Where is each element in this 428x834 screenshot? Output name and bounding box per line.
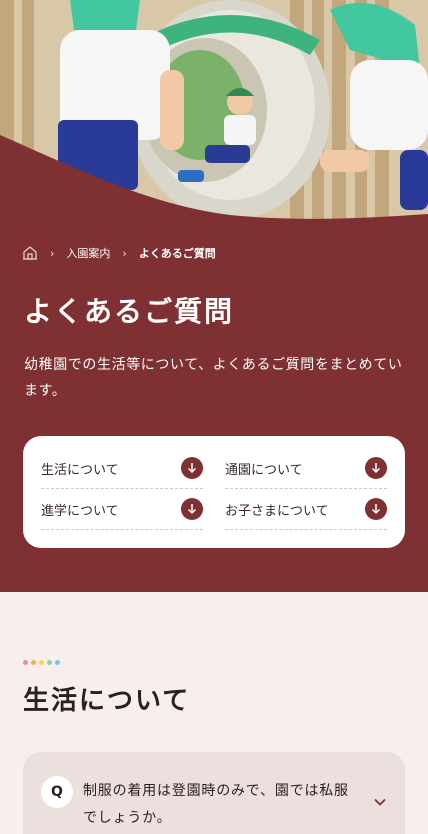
category-card: 生活について 通園について 進学について お子さまについて [23, 436, 405, 548]
category-label: お子さまについて [225, 503, 329, 519]
category-link-advancement[interactable]: 進学について [41, 489, 203, 530]
home-icon[interactable] [22, 245, 38, 261]
category-grid: 生活について 通園について 進学について お子さまについて [41, 448, 387, 530]
category-link-children[interactable]: お子さまについて [225, 489, 387, 530]
category-label: 通園について [225, 462, 303, 478]
arrow-down-icon [181, 457, 203, 479]
breadcrumb: › 入園案内 › よくあるご質問 [22, 244, 216, 262]
faq-item[interactable]: Q 制服の着用は登園時のみで、園では私服でしょうか。 [23, 752, 405, 834]
category-label: 進学について [41, 503, 119, 519]
page-title: よくあるご質問 [24, 295, 235, 328]
breadcrumb-separator-icon: › [122, 246, 127, 260]
breadcrumb-link[interactable]: 入園案内 [66, 245, 110, 261]
breadcrumb-current: よくあるご質問 [138, 247, 216, 260]
decoration-dot [55, 660, 60, 665]
question-badge: Q [41, 776, 73, 808]
decoration-dot [39, 660, 44, 665]
category-label: 生活について [41, 462, 119, 478]
section-title: 生活について [23, 686, 191, 716]
page-description: 幼稚園での生活等について、よくあるご質問をまとめています。 [24, 357, 403, 399]
chevron-down-icon[interactable] [373, 794, 387, 808]
decoration-dot [23, 660, 28, 665]
faq-question: 制服の着用は登園時のみで、園では私服でしょうか。 [83, 783, 349, 826]
decoration-dot [31, 660, 36, 665]
section-decoration-dots [23, 660, 60, 665]
breadcrumb-separator-icon: › [50, 246, 55, 260]
arrow-down-icon [365, 498, 387, 520]
category-link-life[interactable]: 生活について [41, 448, 203, 489]
arrow-down-icon [365, 457, 387, 479]
decoration-dot [47, 660, 52, 665]
category-link-commute[interactable]: 通園について [225, 448, 387, 489]
arrow-down-icon [181, 498, 203, 520]
